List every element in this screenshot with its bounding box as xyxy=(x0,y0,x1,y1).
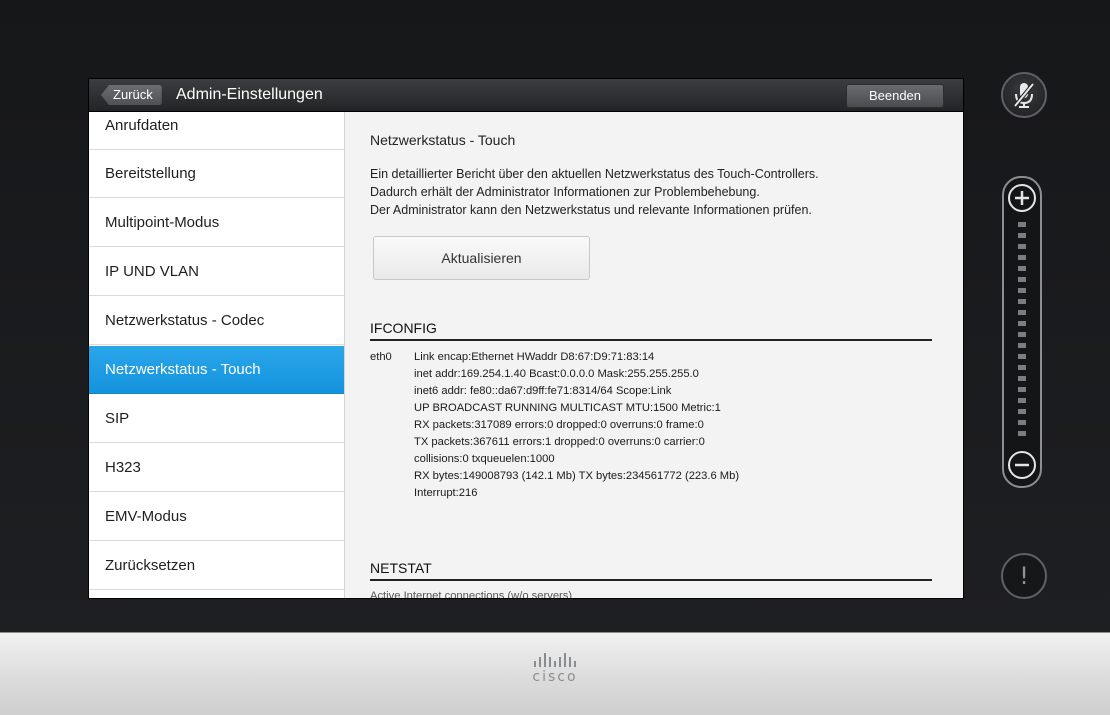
description-line: Der Administrator kann den Netzwerkstatu… xyxy=(370,203,812,217)
admin-settings-window: Zurück Admin-Einstellungen Beenden Anruf… xyxy=(89,79,963,598)
ifconfig-heading: IFCONFIG xyxy=(370,320,437,336)
sidebar-item-netzwerkstatus-touch[interactable]: Netzwerkstatus - Touch xyxy=(89,346,344,394)
sidebar: Anrufdaten Bereitstellung Multipoint-Mod… xyxy=(89,112,345,598)
exclamation-icon: ! xyxy=(1019,562,1029,590)
title-bar: Zurück Admin-Einstellungen Beenden xyxy=(89,79,963,112)
cisco-wordmark: cisco xyxy=(532,669,578,685)
sidebar-item-anrufdaten[interactable]: Anrufdaten xyxy=(89,112,344,150)
sidebar-item-netzwerkstatus-codec[interactable]: Netzwerkstatus - Codec xyxy=(89,297,344,345)
ifconfig-line: UP BROADCAST RUNNING MULTICAST MTU:1500 … xyxy=(414,402,721,414)
refresh-button[interactable]: Aktualisieren xyxy=(373,236,590,280)
content-panel[interactable]: Netzwerkstatus - Touch Ein detaillierter… xyxy=(345,112,963,598)
ifconfig-line: Interrupt:216 xyxy=(414,487,478,499)
sidebar-item-emv-modus[interactable]: EMV-Modus xyxy=(89,493,344,541)
device-screen: Zurück Admin-Einstellungen Beenden Anruf… xyxy=(0,0,1110,632)
device-bezel: cisco xyxy=(0,632,1110,715)
netstat-line: Active Internet connections (w/o servers… xyxy=(370,590,573,598)
end-button[interactable]: Beenden xyxy=(846,84,944,108)
sidebar-item-h323[interactable]: H323 xyxy=(89,444,344,492)
interface-name: eth0 xyxy=(370,351,392,363)
back-button[interactable]: Zurück xyxy=(101,85,162,105)
ifconfig-line: TX packets:367611 errors:1 dropped:0 ove… xyxy=(414,436,705,448)
sidebar-item-sip[interactable]: SIP xyxy=(89,395,344,443)
ifconfig-line: collisions:0 txqueuelen:1000 xyxy=(414,453,555,465)
microphone-muted-icon xyxy=(1013,82,1035,108)
ifconfig-line: Link encap:Ethernet HWaddr D8:67:D9:71:8… xyxy=(414,351,655,363)
sidebar-item-multipoint-modus[interactable]: Multipoint-Modus xyxy=(89,199,344,247)
description-line: Ein detaillierter Bericht über den aktue… xyxy=(370,167,819,181)
alert-button[interactable]: ! xyxy=(1001,553,1047,599)
sidebar-item-zuruecksetzen[interactable]: Zurücksetzen xyxy=(89,542,344,590)
sidebar-item-ip-und-vlan[interactable]: IP UND VLAN xyxy=(89,248,344,296)
cisco-bars-icon xyxy=(534,653,576,667)
section-divider xyxy=(370,579,932,581)
sidebar-item-bereitstellung[interactable]: Bereitstellung xyxy=(89,150,344,198)
page-title: Admin-Einstellungen xyxy=(176,86,323,103)
ifconfig-line: RX packets:317089 errors:0 dropped:0 ove… xyxy=(414,419,704,431)
volume-track xyxy=(1008,184,1036,479)
content-heading: Netzwerkstatus - Touch xyxy=(370,132,516,148)
volume-slider[interactable] xyxy=(1002,176,1042,488)
cisco-logo: cisco xyxy=(0,653,1110,685)
mute-button[interactable] xyxy=(1001,72,1047,118)
description-line: Dadurch erhält der Administrator Informa… xyxy=(370,185,760,199)
section-divider xyxy=(370,339,932,341)
netstat-heading: NETSTAT xyxy=(370,560,432,576)
ifconfig-line: inet addr:169.254.1.40 Bcast:0.0.0.0 Mas… xyxy=(414,368,699,380)
ifconfig-line: inet6 addr: fe80::da67:d9ff:fe71:8314/64… xyxy=(414,385,672,397)
ifconfig-line: RX bytes:149008793 (142.1 Mb) TX bytes:2… xyxy=(414,470,740,482)
